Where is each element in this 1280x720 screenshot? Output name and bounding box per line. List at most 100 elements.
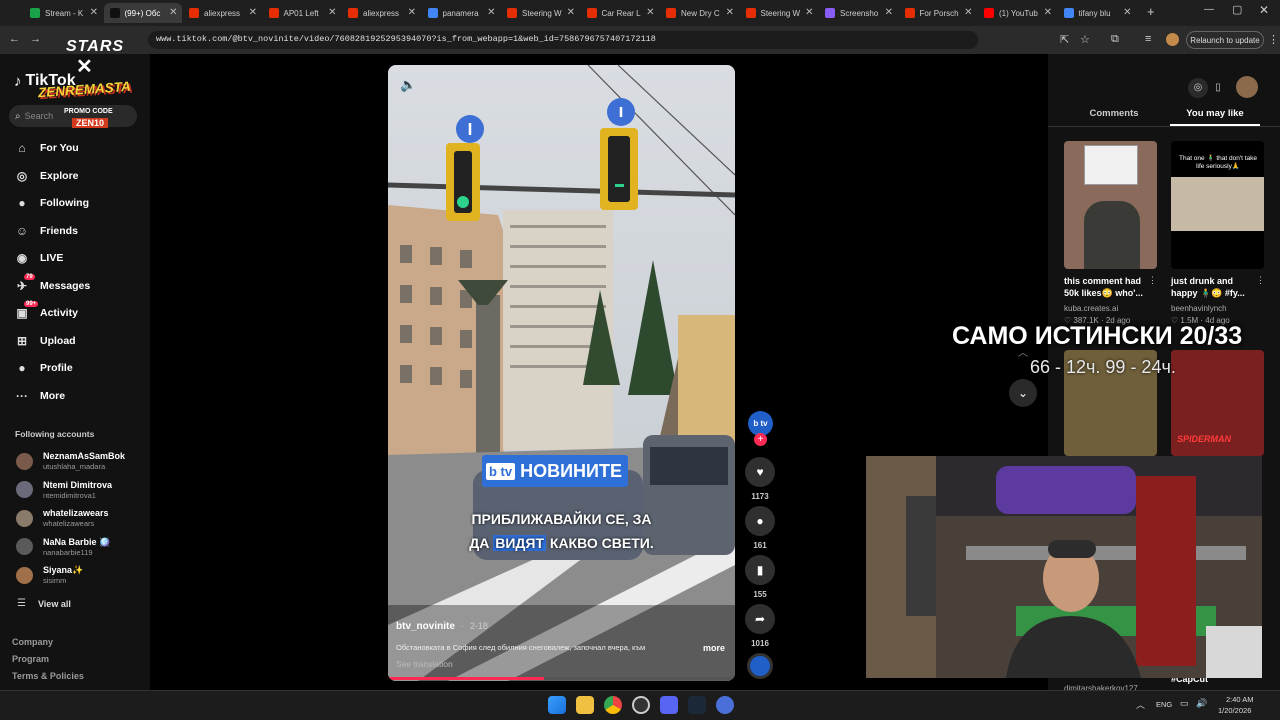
browser-tab[interactable]: Stream - K ✕ xyxy=(24,3,102,23)
tab-you-may-like[interactable]: You may like xyxy=(1170,108,1260,119)
see-translation-link[interactable]: See translation xyxy=(396,659,453,669)
thumb-1-caption[interactable]: this comment had 50k likes😳 who'... xyxy=(1064,275,1152,299)
tab-close-icon[interactable]: ✕ xyxy=(646,7,654,18)
language-indicator[interactable]: ENG xyxy=(1156,700,1172,709)
compass-icon[interactable]: ◎ xyxy=(1188,78,1208,98)
relaunch-to-update-button[interactable]: Relaunch to update xyxy=(1186,31,1264,49)
steam-icon[interactable] xyxy=(688,696,706,714)
thumb-1-author[interactable]: kuba.creates.ai xyxy=(1064,304,1118,313)
thumb-2-more-icon[interactable]: ⋮ xyxy=(1256,275,1265,286)
view-all-button[interactable]: ☰ View all xyxy=(17,598,71,609)
thumb-2-author[interactable]: beenhavinlynch xyxy=(1171,304,1227,313)
media-control-icon[interactable]: ≡ xyxy=(1145,33,1151,45)
music-disc-button[interactable] xyxy=(747,653,773,679)
thumb-1-more-icon[interactable]: ⋮ xyxy=(1148,275,1157,286)
tab-close-icon[interactable]: ✕ xyxy=(805,7,813,18)
thumb-2-caption[interactable]: just drunk and happy 🧍‍♂️😳 #fy... xyxy=(1171,275,1257,299)
video-progress-track[interactable] xyxy=(388,677,735,680)
tab-close-icon[interactable]: ✕ xyxy=(964,7,972,18)
tab-close-icon[interactable]: ✕ xyxy=(328,7,336,18)
video-player[interactable]: 🔈 ··· b tv НОВИНИТЕ ПРИБЛИЖАВАЙКИ СЕ, ЗА… xyxy=(388,65,735,681)
app-icon[interactable] xyxy=(716,696,734,714)
install-app-icon[interactable]: ⇱ xyxy=(1060,33,1069,46)
sidebar-item-friends[interactable]: ☺ Friends xyxy=(14,223,78,239)
comment-button[interactable]: ● xyxy=(745,506,775,536)
tab-close-icon[interactable]: ✕ xyxy=(249,7,257,18)
network-icon[interactable]: ▭ xyxy=(1180,698,1189,709)
recommended-thumb-4[interactable]: SPIDERMAN xyxy=(1171,350,1264,456)
browser-tab[interactable]: (1) YouTub ✕ xyxy=(978,3,1056,23)
obs-icon[interactable] xyxy=(632,696,650,714)
following-account[interactable]: Siyana✨ sisimm xyxy=(16,565,83,585)
sidebar-item-activity[interactable]: ▣ 99+ Activity xyxy=(14,301,78,321)
volume-icon[interactable]: 🔊 xyxy=(1196,698,1207,709)
tab-close-icon[interactable]: ✕ xyxy=(567,7,575,18)
video-menu-icon[interactable]: ··· xyxy=(706,75,719,90)
next-video-button[interactable]: ⌄ xyxy=(1009,379,1037,407)
following-account[interactable]: NaNa Barbie 🪩 nanabarbie119 xyxy=(16,537,110,557)
user-avatar-icon[interactable] xyxy=(1236,76,1258,98)
tab-close-icon[interactable]: ✕ xyxy=(1044,7,1052,18)
clock-date[interactable]: 1/20/2026 xyxy=(1218,706,1251,715)
sidebar-item-explore[interactable]: ◎ Explore xyxy=(14,168,79,184)
tab-close-icon[interactable]: ✕ xyxy=(487,7,495,18)
following-account[interactable]: NeznamAsSamBok utushlaha_madara xyxy=(16,451,125,471)
share-button[interactable]: ➦ xyxy=(745,604,775,634)
tab-close-icon[interactable]: ✕ xyxy=(1123,7,1131,18)
tab-close-icon[interactable]: ✕ xyxy=(169,7,177,18)
address-bar[interactable]: www.tiktok.com/@btv_novinite/video/76082… xyxy=(148,31,978,49)
browser-tab[interactable]: AP01 Left ✕ xyxy=(263,3,341,23)
tab-close-icon[interactable]: ✕ xyxy=(90,7,98,18)
close-window-button[interactable]: ✕ xyxy=(1259,3,1269,17)
recommended-thumb-1[interactable] xyxy=(1064,141,1157,269)
sidebar-item-live[interactable]: ◉ LIVE xyxy=(14,250,64,266)
browser-tab[interactable]: Car Rear L ✕ xyxy=(581,3,659,23)
discord-icon[interactable] xyxy=(660,696,678,714)
forward-arrow-icon[interactable]: → xyxy=(30,33,41,45)
recommended-thumb-2[interactable]: That one 🧍‍♂️ that don't take life serio… xyxy=(1171,141,1264,269)
browser-tab[interactable]: New Dry C ✕ xyxy=(660,3,738,23)
following-account[interactable]: Ntemi Dimitrova ntemidimitrova1 xyxy=(16,480,112,500)
footer-link[interactable]: Program xyxy=(12,654,49,664)
phone-icon[interactable]: ▯ xyxy=(1208,78,1228,98)
chrome-icon[interactable] xyxy=(604,696,622,714)
tab-close-icon[interactable]: ✕ xyxy=(885,7,893,18)
minimize-window-button[interactable]: — xyxy=(1204,4,1214,15)
following-account[interactable]: whatelizawears whatelizawears xyxy=(16,508,109,528)
profile-avatar-icon[interactable] xyxy=(1166,33,1179,46)
browser-tab[interactable]: aliexpress ✕ xyxy=(342,3,420,23)
sidebar-item-upload[interactable]: ⊞ Upload xyxy=(14,333,76,349)
sidebar-item-more[interactable]: ··· More xyxy=(14,388,65,404)
clock-time[interactable]: 2:40 AM xyxy=(1226,695,1254,704)
tab-close-icon[interactable]: ✕ xyxy=(726,7,734,18)
sidebar-item-following[interactable]: ● Following xyxy=(14,195,89,211)
browser-tab[interactable]: Steering W ✕ xyxy=(501,3,579,23)
sidebar-item-profile[interactable]: ● Profile xyxy=(14,360,72,376)
browser-tab[interactable]: For Porsch ✕ xyxy=(899,3,977,23)
more-link[interactable]: more xyxy=(703,643,725,653)
browser-tab[interactable]: Screensho ✕ xyxy=(819,3,897,23)
like-button[interactable]: ♥ xyxy=(745,457,775,487)
follow-plus-button[interactable]: + xyxy=(754,433,767,446)
start-windows-icon[interactable] xyxy=(548,696,566,714)
browser-tab[interactable]: tifany blu ✕ xyxy=(1058,3,1136,23)
tab-comments[interactable]: Comments xyxy=(1066,108,1162,119)
new-tab-button[interactable]: + xyxy=(1147,4,1155,19)
tray-chevron-icon[interactable]: ︿ xyxy=(1136,698,1145,711)
file-explorer-icon[interactable] xyxy=(576,696,594,714)
bookmark-star-icon[interactable]: ☆ xyxy=(1080,33,1090,46)
extensions-icon[interactable]: ⧉ xyxy=(1111,33,1119,46)
save-button[interactable]: ▮ xyxy=(745,555,775,585)
browser-tab[interactable]: panamera ✕ xyxy=(422,3,500,23)
restore-window-button[interactable]: ▢ xyxy=(1232,3,1242,16)
browser-tab[interactable]: (99+) Обс ✕ xyxy=(103,3,182,23)
back-arrow-icon[interactable]: ← xyxy=(9,33,20,45)
footer-link[interactable]: Company xyxy=(12,637,53,647)
mute-icon[interactable]: 🔈 xyxy=(400,77,416,93)
tab-close-icon[interactable]: ✕ xyxy=(408,7,416,18)
browser-tab[interactable]: aliexpress ✕ xyxy=(183,3,261,23)
footer-link[interactable]: Terms & Policies xyxy=(12,671,84,681)
sidebar-item-for-you[interactable]: ⌂ For You xyxy=(14,140,78,156)
video-author-link[interactable]: btv_novinite xyxy=(396,621,455,632)
sidebar-item-messages[interactable]: ✈ 79 Messages xyxy=(14,273,90,294)
